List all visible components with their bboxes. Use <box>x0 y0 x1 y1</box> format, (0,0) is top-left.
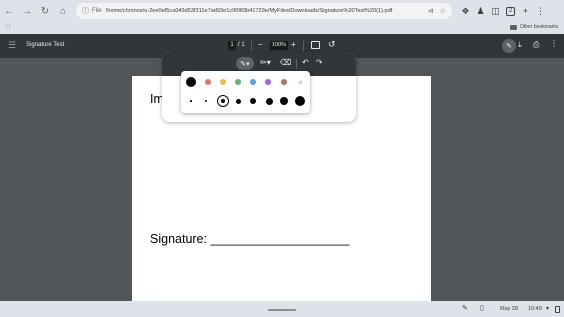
shelf-handle[interactable] <box>268 309 296 311</box>
extensions-icon[interactable]: ❖ <box>458 0 473 22</box>
other-bookmarks-label: Other bookmarks <box>520 24 559 30</box>
folder-icon <box>510 24 517 30</box>
info-icon[interactable]: ⓘ <box>82 6 89 16</box>
page-number-input[interactable]: 1 <box>228 41 236 50</box>
color-swatch[interactable] <box>186 77 196 87</box>
undo-icon[interactable]: ↶ <box>302 58 309 67</box>
url-text[interactable]: /home/chronos/u-2ee0ef5ca043d53f311e7ad9… <box>106 8 422 14</box>
stylus-icon[interactable]: ✎ <box>462 304 468 312</box>
annotate-pen-icon[interactable]: ✎ <box>502 39 516 53</box>
pen-options-popup <box>181 71 310 113</box>
new-tab-icon[interactable]: + <box>518 0 533 22</box>
side-panel-icon[interactable]: ◫ <box>488 0 503 22</box>
selected-size-ring <box>217 95 229 107</box>
size-option[interactable] <box>250 98 256 104</box>
signature-line: Signature: ____________________ <box>150 232 350 246</box>
color-swatch[interactable] <box>205 79 211 85</box>
forward-icon[interactable]: → <box>18 0 36 22</box>
system-shelf: ✎ ▯ May 28 10:49 ▾ <box>0 301 564 317</box>
battery-icon[interactable] <box>555 306 560 313</box>
eraser-tool-icon[interactable]: ⌫ <box>280 58 291 67</box>
shelf-date[interactable]: May 28 <box>500 306 518 312</box>
bookmarks-bar: ∷ Other bookmarks <box>0 22 564 34</box>
other-bookmarks[interactable]: Other bookmarks <box>510 24 558 30</box>
more-options-icon[interactable]: ⋮ <box>550 39 558 48</box>
size-option[interactable] <box>279 96 289 106</box>
color-swatch[interactable] <box>265 79 271 85</box>
toolbar-divider <box>303 41 304 51</box>
size-option[interactable] <box>190 100 192 102</box>
size-option[interactable] <box>204 99 208 103</box>
color-swatch[interactable] <box>235 79 241 85</box>
phone-hub-icon[interactable]: ▯ <box>480 304 484 312</box>
fit-to-page-icon[interactable] <box>311 41 320 49</box>
home-icon[interactable]: ⌂ <box>54 0 72 22</box>
redo-icon[interactable]: ↷ <box>316 58 323 67</box>
tab-count-badge: 2 <box>506 6 515 16</box>
color-swatch[interactable] <box>298 80 302 84</box>
share-icon[interactable]: ⊲ <box>428 7 434 15</box>
size-option[interactable] <box>265 97 273 105</box>
address-bar[interactable]: ⓘ File /home/chronos/u-2ee0ef5ca043d53f3… <box>76 3 452 19</box>
rotate-icon[interactable]: ↺ <box>328 39 336 50</box>
bookmark-star-icon[interactable]: ☆ <box>440 7 446 15</box>
size-option[interactable] <box>235 98 241 104</box>
print-icon[interactable]: ⎙ <box>533 40 539 50</box>
menu-kebab-icon[interactable]: ⋮ <box>533 0 548 22</box>
toolbar-divider <box>251 41 252 51</box>
browser-actions: ❖ ♟ ◫ 2 + ⋮ <box>458 0 548 22</box>
zoom-out-button[interactable]: − <box>258 40 263 49</box>
toolbar-divider <box>296 59 297 69</box>
profile-icon[interactable]: ♟ <box>473 0 488 22</box>
wifi-icon[interactable]: ▾ <box>546 305 549 312</box>
color-swatch[interactable] <box>250 79 256 85</box>
sidebar-menu-icon[interactable]: ☰ <box>8 40 16 51</box>
color-swatch[interactable] <box>281 79 287 85</box>
url-scheme-label: File <box>92 8 102 14</box>
color-swatch[interactable] <box>220 79 226 85</box>
apps-grid-icon[interactable]: ∷ <box>6 23 10 31</box>
size-option[interactable] <box>295 96 305 106</box>
pen-tool-button[interactable]: ✎▾ <box>236 57 254 70</box>
zoom-input[interactable]: 100% <box>270 41 288 50</box>
download-icon[interactable]: ⤓ <box>518 40 522 50</box>
zoom-in-button[interactable]: + <box>291 40 296 49</box>
highlighter-tool-icon[interactable]: ✏▾ <box>260 58 271 67</box>
back-icon[interactable]: ← <box>0 0 18 22</box>
reload-icon[interactable]: ↻ <box>36 0 54 22</box>
page-total: / 1 <box>238 42 245 48</box>
tab-search-button[interactable]: 2 <box>503 0 518 22</box>
pdf-title: Signature Test <box>26 42 65 48</box>
shelf-time[interactable]: 10:49 <box>528 306 542 312</box>
